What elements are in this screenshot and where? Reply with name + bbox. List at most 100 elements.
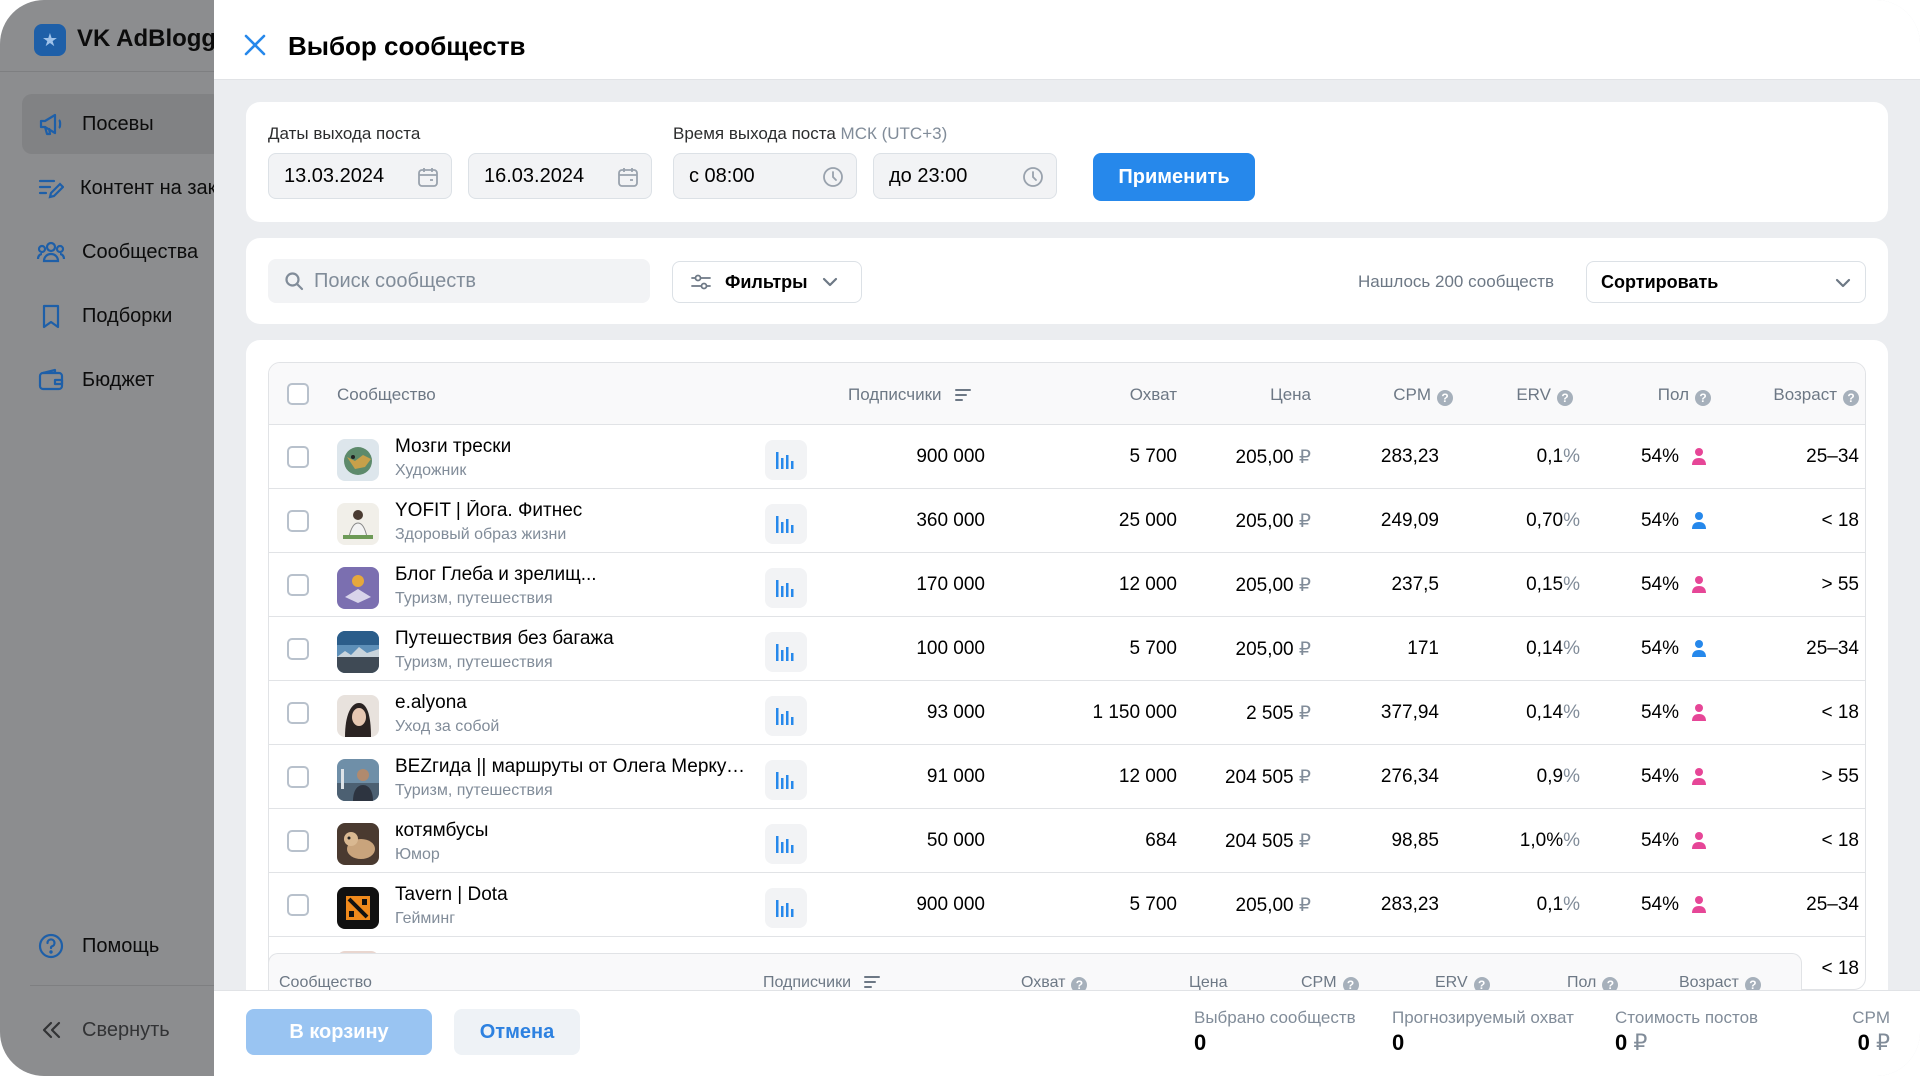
sex-percent: 54% xyxy=(1640,894,1679,915)
community-avatar xyxy=(337,887,379,929)
community-name[interactable]: Блог Глеба и зрелищ... xyxy=(395,564,597,586)
price-value: 205,00 ₽ xyxy=(1236,638,1312,661)
currency-symbol: ₽ xyxy=(1298,831,1311,852)
sidebar-item-label: Подборки xyxy=(82,304,173,327)
col-sex[interactable]: Пол? xyxy=(1658,385,1711,406)
filters-button[interactable]: Фильтры xyxy=(672,261,862,303)
sticky-col-subscribers-label: Подписчики xyxy=(763,974,852,991)
price-value: 2 505 ₽ xyxy=(1246,702,1311,725)
community-name[interactable]: BEZгида || маршруты от Олега Меркулова xyxy=(395,756,745,778)
stats-button[interactable] xyxy=(765,888,807,928)
cancel-button[interactable]: Отмена xyxy=(454,1009,580,1055)
stats-button[interactable] xyxy=(765,504,807,544)
search-input[interactable]: Поиск сообществ xyxy=(268,259,650,303)
stats-button[interactable] xyxy=(765,568,807,608)
table-row[interactable]: Блог Глеба и зрелищ... Туризм, путешеств… xyxy=(269,553,1865,617)
date-from-input[interactable]: 13.03.2024 xyxy=(268,153,452,199)
close-icon xyxy=(244,34,266,56)
row-checkbox[interactable] xyxy=(287,574,309,596)
date-to-value: 16.03.2024 xyxy=(484,164,585,187)
col-age[interactable]: Возраст? xyxy=(1773,385,1859,406)
community-name[interactable]: Мозги трески xyxy=(395,436,511,458)
select-all-checkbox[interactable] xyxy=(287,383,309,405)
sidebar-item-budget[interactable]: Бюджет xyxy=(22,350,222,410)
sex-percent: 54% xyxy=(1640,574,1679,595)
row-checkbox[interactable] xyxy=(287,638,309,660)
communities-table: Сообщество Подписчики Охват Цена CPM? ER… xyxy=(268,362,1866,990)
community-name[interactable]: Путешествия без багажа xyxy=(395,628,614,650)
sidebar-item-content[interactable]: Контент на заказ xyxy=(22,158,237,218)
erv-number: 0,9 xyxy=(1536,766,1564,787)
app-frame: ★ VK AdBlogger Посевы Контент на заказ С… xyxy=(0,0,1920,1076)
help-icon[interactable]: ? xyxy=(1843,390,1859,406)
currency-symbol: ₽ xyxy=(1298,703,1311,724)
sex-percent: 54% xyxy=(1640,638,1679,659)
age-value: < 18 xyxy=(1821,510,1859,531)
row-checkbox[interactable] xyxy=(287,510,309,532)
sidebar-header: ★ VK AdBlogger xyxy=(0,0,239,72)
cpm-total-value: 0 ₽ xyxy=(1858,1030,1890,1056)
stats-button[interactable] xyxy=(765,696,807,736)
table-row[interactable]: Tavern | Dota Гейминг 900 000 5 700 205,… xyxy=(269,873,1865,937)
table-row[interactable]: Путешествия без багажа Туризм, путешеств… xyxy=(269,617,1865,681)
close-button[interactable] xyxy=(240,30,270,60)
community-name[interactable]: котямбусы xyxy=(395,820,488,842)
time-from-input[interactable]: с 08:00 xyxy=(673,153,857,199)
col-cpm[interactable]: CPM? xyxy=(1393,385,1453,406)
sidebar-collapse-button[interactable]: Свернуть xyxy=(22,1000,222,1060)
stats-button[interactable] xyxy=(765,440,807,480)
apply-button[interactable]: Применить xyxy=(1093,153,1255,201)
female-icon xyxy=(1692,576,1706,593)
row-checkbox[interactable] xyxy=(287,702,309,724)
community-name[interactable]: e.alyona xyxy=(395,692,467,714)
stats-button[interactable] xyxy=(765,760,807,800)
col-reach[interactable]: Охват xyxy=(1130,385,1177,405)
help-icon[interactable]: ? xyxy=(1557,390,1573,406)
sidebar-item-communities[interactable]: Сообщества xyxy=(22,222,222,282)
wallet-icon xyxy=(36,365,66,395)
row-checkbox[interactable] xyxy=(287,766,309,788)
community-name[interactable]: Tavern | Dota xyxy=(395,884,508,906)
table-header: Сообщество Подписчики Охват Цена CPM? ER… xyxy=(269,363,1865,425)
add-to-cart-button[interactable]: В корзину xyxy=(246,1009,432,1055)
sort-select[interactable]: Сортировать xyxy=(1586,261,1866,303)
help-icon[interactable]: ? xyxy=(1437,390,1453,406)
row-checkbox[interactable] xyxy=(287,830,309,852)
date-to-input[interactable]: 16.03.2024 xyxy=(468,153,652,199)
help-icon[interactable]: ? xyxy=(1695,390,1711,406)
forecast-reach-label: Прогнозируемый охват xyxy=(1392,1008,1574,1027)
edit-list-icon xyxy=(36,173,64,203)
table-row[interactable]: Мозги трески Художник 900 000 5 700 205,… xyxy=(269,425,1865,489)
community-name[interactable]: YOFIT | Йога. Фитнес xyxy=(395,500,582,522)
table-row[interactable]: e.alyona Уход за собой 93 000 1 150 000 … xyxy=(269,681,1865,745)
col-subscribers[interactable]: Подписчики xyxy=(848,385,972,405)
stats-button[interactable] xyxy=(765,632,807,672)
age-value: 25–34 xyxy=(1806,446,1859,467)
reach-value: 12 000 xyxy=(1118,574,1177,595)
table-row[interactable]: котямбусы Юмор 50 000 684 204 505 ₽ 98,8… xyxy=(269,809,1865,873)
col-erv[interactable]: ERV? xyxy=(1516,385,1573,406)
megaphone-icon xyxy=(36,109,66,139)
male-icon xyxy=(1692,640,1706,657)
sidebar-item-posevy[interactable]: Посевы xyxy=(22,94,222,154)
time-from-value: с 08:00 xyxy=(689,164,755,187)
table-row[interactable]: BEZгида || маршруты от Олега Меркулова Т… xyxy=(269,745,1865,809)
sex-percent-number: 54 xyxy=(1640,510,1663,531)
users-icon xyxy=(36,237,66,267)
forecast-reach-value: 0 xyxy=(1392,1030,1405,1055)
date-time-card: Даты выхода поста 13.03.2024 16.03.2024 … xyxy=(246,102,1888,222)
timezone-label: МСК (UTC+3) xyxy=(840,124,948,143)
row-checkbox[interactable] xyxy=(287,894,309,916)
sidebar-item-collections[interactable]: Подборки xyxy=(22,286,222,346)
stats-button[interactable] xyxy=(765,824,807,864)
time-to-input[interactable]: до 23:00 xyxy=(873,153,1057,199)
sex-percent: 54% xyxy=(1640,510,1679,531)
col-price[interactable]: Цена xyxy=(1270,385,1311,405)
sidebar-item-help[interactable]: Помощь xyxy=(22,916,222,976)
table-row[interactable]: YOFIT | Йога. Фитнес Здоровый образ жизн… xyxy=(269,489,1865,553)
reach-value: 1 150 000 xyxy=(1092,702,1177,723)
col-community[interactable]: Сообщество xyxy=(337,385,436,405)
row-checkbox[interactable] xyxy=(287,446,309,468)
chevron-down-icon xyxy=(822,277,837,287)
sex-percent-number: 54 xyxy=(1640,766,1663,787)
